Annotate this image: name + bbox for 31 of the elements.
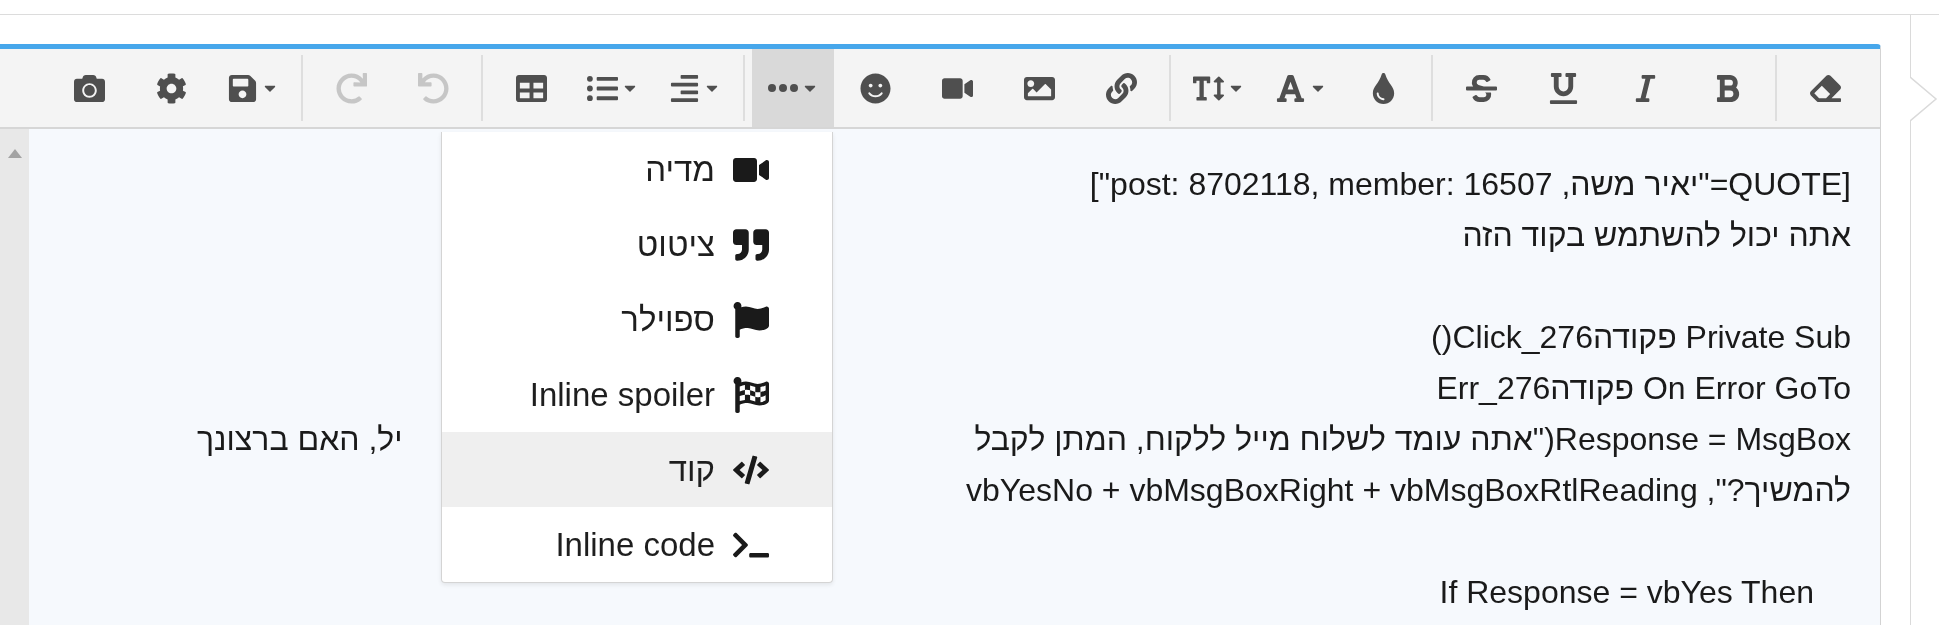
ellipsis-icon [767, 84, 798, 92]
menu-item[interactable]: ציטוט [442, 207, 832, 282]
text-line: Response = MsgBox("אתה עומד לשלוח מייל ללקוח, המתן לקבל [974, 420, 1851, 459]
camera-icon [73, 72, 105, 104]
smiley-icon [859, 72, 891, 104]
text-line: [QUOTE="יאיר משה, post: 8702118, member: 16507"] [1089, 165, 1851, 204]
text-line: Private Sub פקודהClick_276() [1431, 318, 1851, 357]
menu-item[interactable]: קוד [442, 432, 832, 507]
menu-item[interactable]: Inline spoiler [442, 357, 832, 432]
toolbar-button[interactable] [752, 49, 834, 127]
table-icon [515, 72, 547, 104]
quote-icon [733, 226, 769, 263]
checkered-flag-icon [733, 376, 769, 413]
menu-item[interactable]: מדיה [442, 132, 832, 207]
text-line: If Response = vbYes Then [1439, 573, 1814, 612]
text-line: יל, האם ברצונך [197, 420, 403, 459]
link-icon [1105, 72, 1137, 104]
text-line: אתה יכול להשתמש בקוד הזה [1462, 216, 1851, 255]
menu-item[interactable]: ספוילר [442, 282, 832, 357]
font-icon [1275, 72, 1306, 104]
settings-icon [155, 72, 187, 104]
flag-icon [733, 301, 769, 338]
text-line: להמשיך?", vbYesNo + vbMsgBoxRight + vbMsgBoxRtlReading [966, 471, 1851, 510]
strikethrough-icon [1465, 72, 1497, 104]
text-line: On Error GoTo פקודהErr_276 [1436, 369, 1851, 408]
redo-icon [335, 72, 367, 104]
underline-icon [1547, 72, 1579, 104]
undo-icon [417, 72, 449, 104]
menu-item[interactable]: Inline code [442, 507, 832, 582]
eraser-icon [1809, 72, 1841, 104]
align-right-icon [669, 72, 700, 104]
